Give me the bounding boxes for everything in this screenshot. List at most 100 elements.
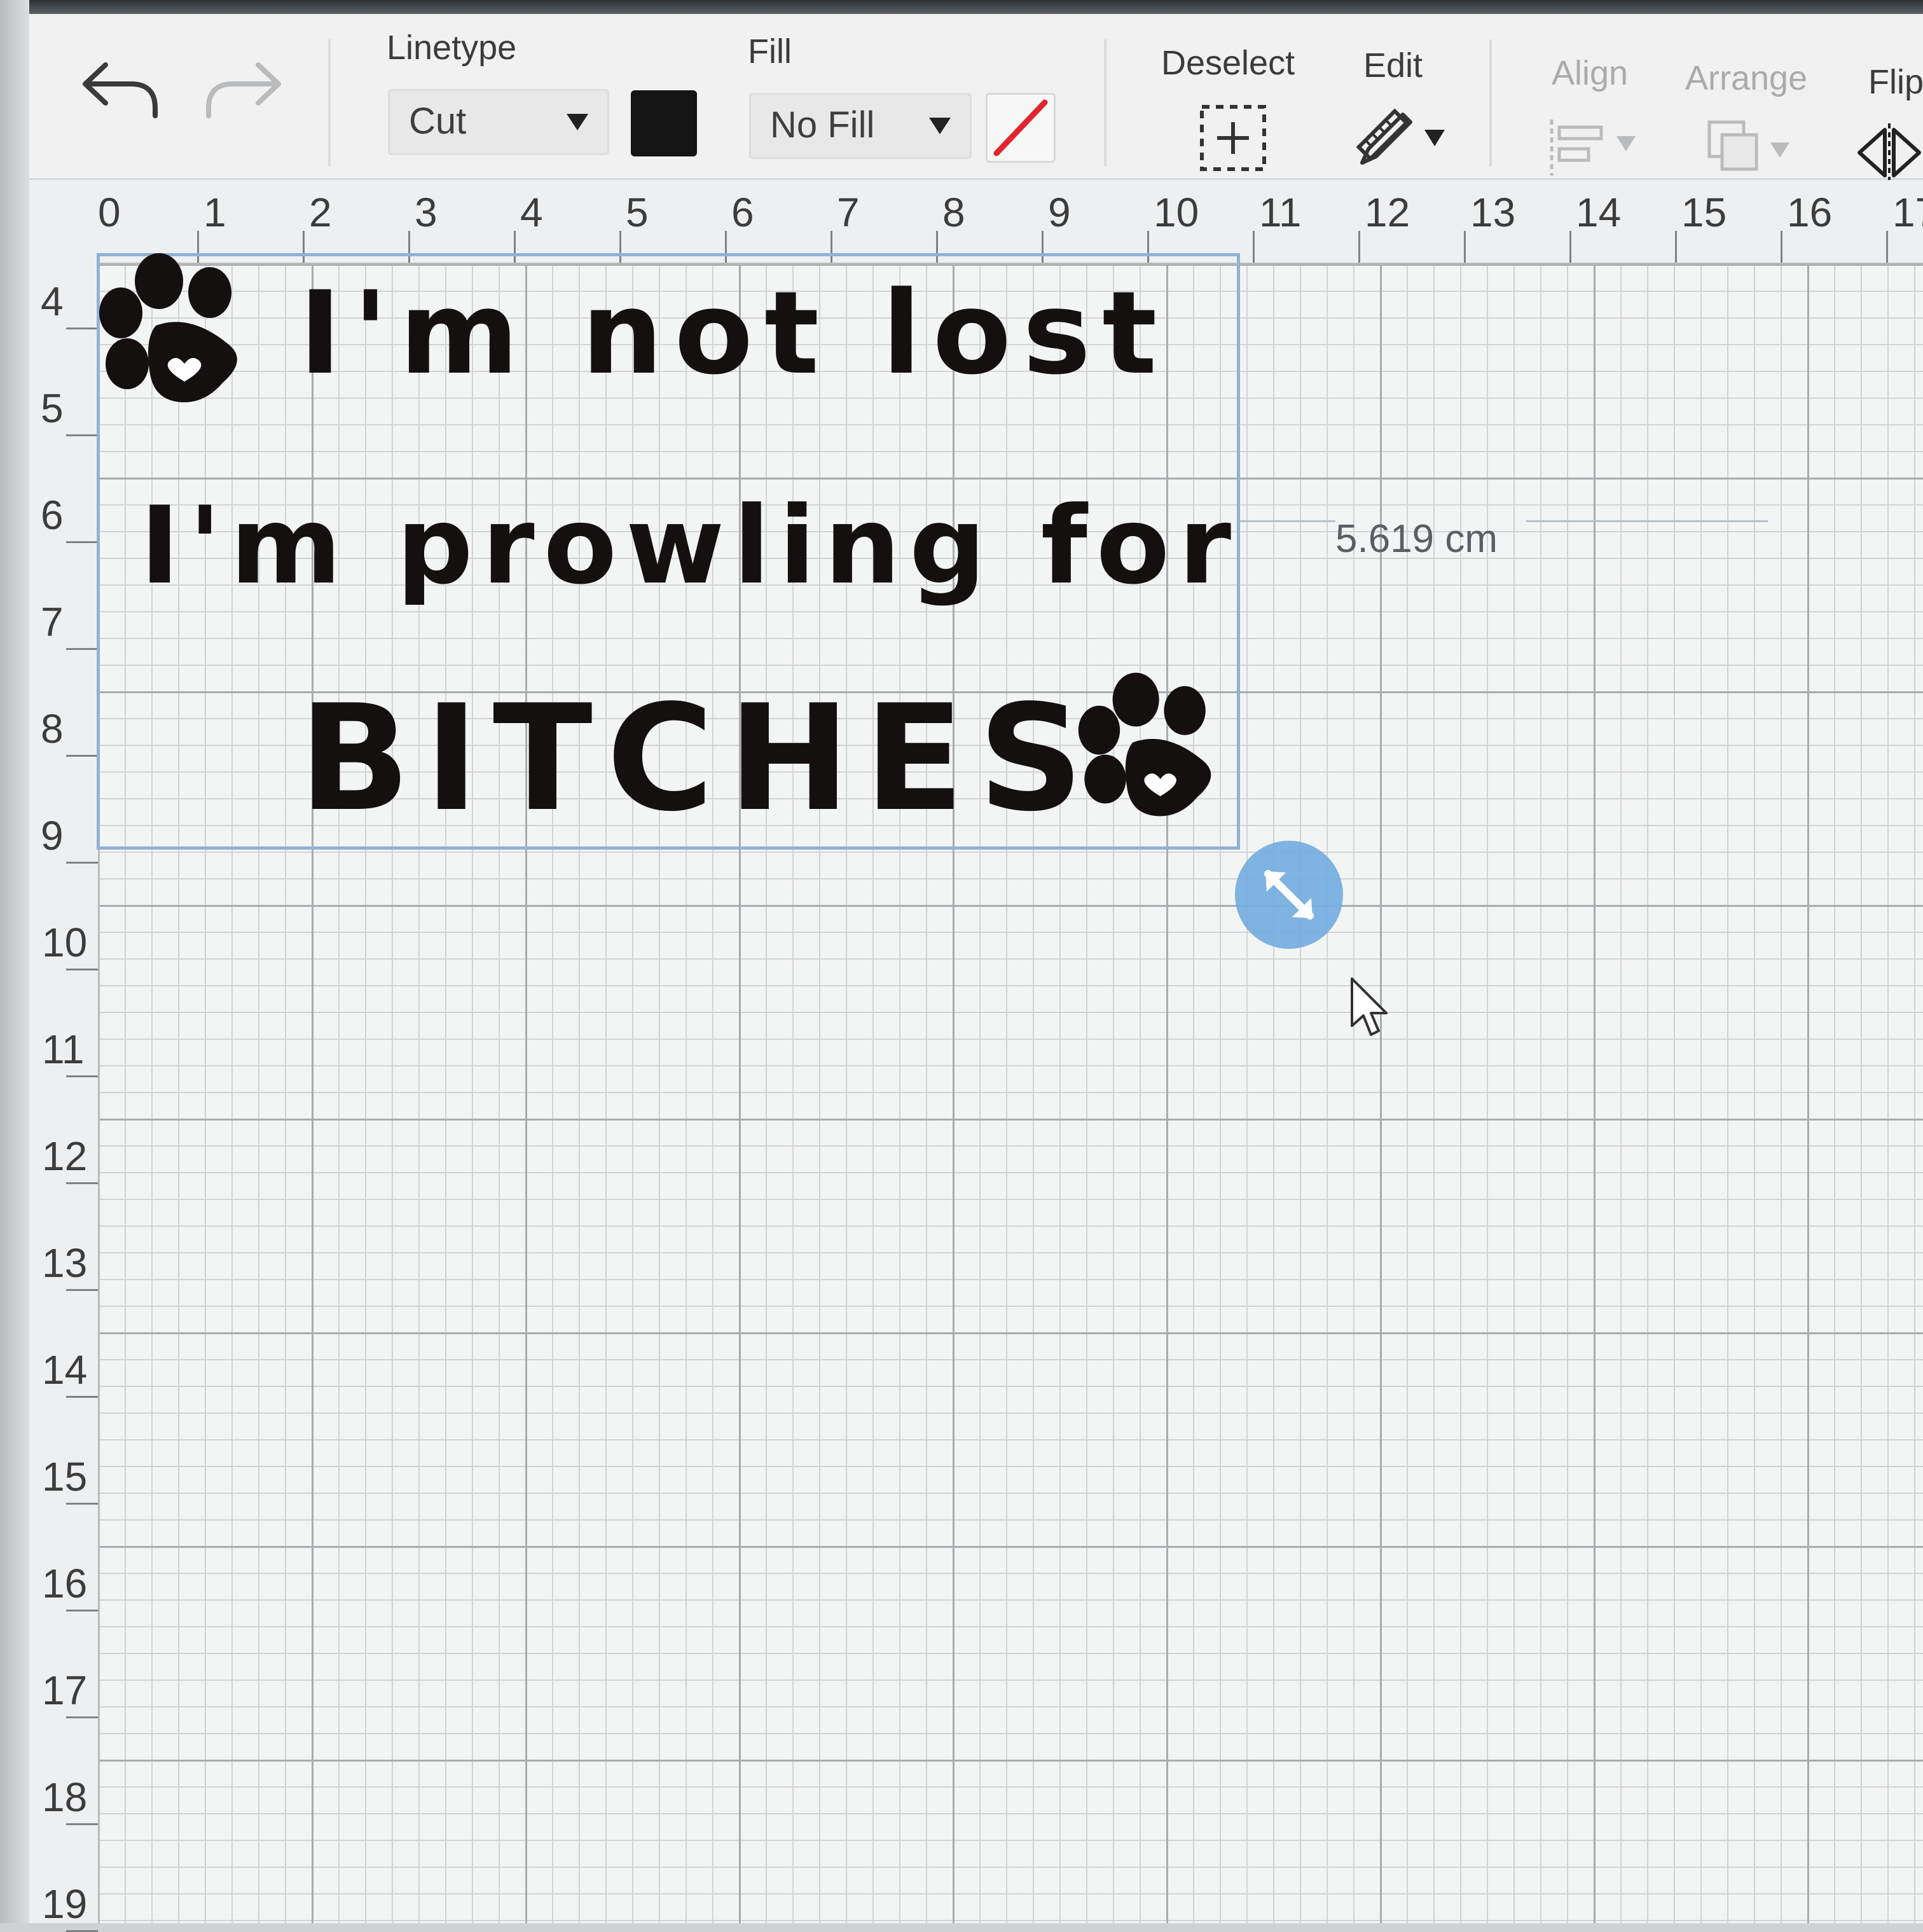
pencil-ruler-icon [1356,108,1445,165]
linetype-select[interactable]: Cut [388,89,609,155]
paw-print-icon [1078,672,1211,817]
ruler-tick [66,1716,98,1718]
ruler-tick [66,1823,98,1825]
ruler-tick [1569,231,1571,263]
ruler-number: 4 [41,279,64,324]
flip-horizontal-icon [1858,123,1921,182]
dimension-line [1240,520,1335,522]
ruler-number: 16 [1787,190,1833,235]
ruler-number: 1 [203,190,226,235]
arrange-label: Arrange [1685,59,1808,97]
linetype-label: Linetype [387,29,517,67]
ruler-tick [66,969,98,970]
align-label: Align [1552,54,1629,92]
design-text-line-3: BITCHES [299,674,1098,844]
design-text-line-2: I'm prowling for [140,483,1241,608]
align-left-icon [1550,120,1636,176]
toolbar-divider [1489,39,1492,167]
align-button[interactable] [1547,116,1648,179]
ruler-number: 12 [1365,190,1410,235]
ruler-tick [66,648,98,650]
edit-toolbar: Linetype Cut Fill No Fill Deselect Edit [29,14,1923,182]
dimension-line [1526,520,1768,522]
arrange-icon [1707,120,1789,171]
ruler-number: 9 [41,813,64,859]
window-top-edge [0,0,1923,14]
ruler-horizontal: 01234567891011121314151617 [29,180,1923,265]
ruler-tick [1358,231,1360,263]
design-space-app: Linetype Cut Fill No Fill Deselect Edit [0,0,1923,1932]
ruler-number: 10 [1154,190,1199,235]
ruler-number: 2 [309,190,332,235]
ruler-number: 6 [41,492,64,538]
ruler-number: 16 [42,1561,88,1606]
fill-color-swatch[interactable] [986,93,1056,163]
ruler-tick [1253,231,1255,263]
ruler-number: 11 [42,1026,85,1072]
ruler-number: 7 [41,599,64,645]
ruler-number: 6 [731,190,754,235]
flip-button[interactable] [1854,121,1923,184]
ruler-number: 4 [520,190,543,235]
deselect-label: Deselect [1161,44,1295,82]
redo-icon [206,62,281,118]
ruler-number: 10 [42,920,88,965]
edit-button[interactable] [1349,102,1451,172]
ruler-number: 14 [42,1347,88,1393]
ruler-number: 15 [1681,190,1727,235]
ruler-tick [1464,231,1466,263]
undo-icon [83,62,158,118]
mouse-cursor-icon [1351,977,1388,1036]
ruler-tick [66,1182,98,1184]
ruler-tick [1675,231,1677,263]
ruler-tick [1886,231,1888,263]
ruler-number: 17 [1892,190,1923,235]
ruler-number: 19 [42,1881,88,1927]
ruler-number: 14 [1576,190,1622,235]
fill-select[interactable]: No Fill [749,93,972,159]
paw-print-icon [99,253,237,403]
ruler-number: 5 [41,385,64,431]
window-left-edge [0,0,29,1923]
ruler-tick [66,328,98,329]
ruler-tick [66,1075,98,1077]
chevron-down-icon [929,118,951,134]
ruler-number: 8 [942,190,965,235]
ruler-number: 11 [1259,190,1302,235]
resize-handle[interactable] [1235,841,1343,949]
edit-label: Edit [1363,46,1423,85]
toolbar-divider [328,39,331,167]
resize-arrows-icon [1264,870,1314,920]
chevron-down-icon [567,114,588,130]
dimension-label: 5.619 cm [1335,517,1498,561]
ruler-number: 12 [42,1133,88,1179]
ruler-number: 5 [626,190,649,235]
no-fill-icon [993,99,1048,156]
ruler-tick [66,541,98,543]
deselect-button[interactable] [1198,103,1268,173]
linetype-color-swatch[interactable] [631,90,697,156]
fill-label: Fill [748,32,792,71]
ruler-number: 9 [1048,190,1071,235]
ruler-number: 0 [98,190,121,235]
ruler-tick [66,1503,98,1505]
ruler-number: 7 [837,190,860,235]
ruler-tick [66,862,98,864]
redo-button[interactable] [201,52,284,122]
ruler-number: 15 [42,1454,88,1500]
ruler-tick [66,1396,98,1398]
design-text-line-1: I'm not lost [299,267,1169,400]
ruler-vertical: 4 5 6 7 8 9 10 11 12 13 14 15 16 17 18 19 [29,263,100,1932]
ruler-tick [66,755,98,757]
toolbar-divider [1104,39,1106,167]
ruler-tick [1781,231,1782,263]
ruler-number: 13 [42,1240,88,1286]
arrange-button[interactable] [1700,116,1809,186]
undo-button[interactable] [80,52,163,122]
ruler-number: 18 [42,1774,88,1820]
flip-label: Flip [1868,63,1923,101]
ruler-number: 8 [41,706,64,752]
deselect-icon [1200,105,1266,171]
ruler-number: 17 [42,1667,88,1713]
ruler-number: 3 [415,190,438,235]
